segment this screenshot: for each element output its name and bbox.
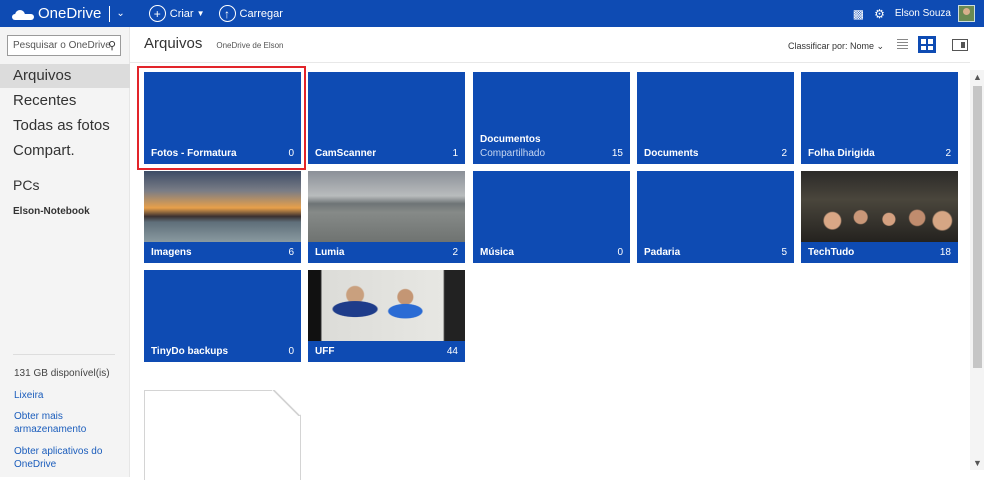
divider — [13, 354, 115, 355]
bay-photo-thumbnail — [308, 171, 465, 242]
avatar[interactable] — [958, 5, 975, 22]
folder-tile[interactable]: Imagens 6 — [144, 171, 301, 263]
breadcrumb[interactable]: OneDrive de Elson — [216, 41, 283, 50]
get-apps-link[interactable]: Obter aplicativos do OneDrive — [14, 445, 124, 471]
item-count: 0 — [288, 346, 294, 357]
folder-tile[interactable]: TinyDo backups 0 — [144, 270, 301, 362]
item-count: 2 — [781, 148, 787, 159]
folder-tile[interactable]: CamScanner 1 — [308, 72, 465, 164]
item-count: 44 — [446, 346, 458, 357]
upload-label: Carregar — [239, 7, 283, 20]
item-count: 5 — [781, 247, 787, 258]
gear-icon[interactable]: ⚙ — [874, 7, 885, 21]
search-input[interactable]: Pesquisar o OneDrive ⚲ — [7, 35, 121, 56]
item-count: 6 — [288, 247, 294, 258]
page-title: Arquivos — [144, 35, 203, 52]
divider — [109, 5, 111, 22]
shared-label: Compartilhado — [480, 148, 546, 159]
cloud-icon — [12, 8, 34, 20]
folder-name: Folha Dirigida — [808, 148, 875, 159]
folder-tile[interactable]: Folha Dirigida 2 — [801, 72, 958, 164]
item-count: 0 — [288, 148, 294, 159]
create-label: Criar — [169, 7, 194, 20]
item-count: 1 — [452, 148, 458, 159]
folder-tile[interactable]: Lumia 2 — [308, 171, 465, 263]
item-count: 2 — [452, 247, 458, 258]
folder-name: Fotos - Formatura — [151, 148, 237, 159]
group-photo-thumbnail — [801, 171, 958, 242]
sunset-photo-thumbnail — [144, 171, 301, 242]
sidebar: Pesquisar o OneDrive ⚲ Arquivos Recentes… — [0, 27, 130, 477]
pcs-heading: PCs — [13, 177, 40, 193]
folder-tile[interactable]: UFF 44 — [308, 270, 465, 362]
scrollbar-thumb[interactable] — [973, 86, 982, 368]
storage-available: 131 GB disponível(is) — [14, 368, 110, 379]
folder-tile[interactable]: Fotos - Formatura 0 — [144, 72, 301, 164]
pc-item[interactable]: Elson-Notebook — [13, 206, 90, 217]
folder-name: Música — [480, 247, 514, 258]
nav-item-compart[interactable]: Compart. — [0, 139, 130, 163]
folder-tile[interactable]: Música 0 — [473, 171, 630, 263]
folder-name: TinyDo backups — [151, 346, 229, 357]
scroll-up-icon[interactable]: ▲ — [973, 72, 982, 82]
user-name[interactable]: Elson Souza — [895, 8, 951, 19]
folder-tile[interactable]: Documentos Compartilhado 15 — [473, 72, 630, 164]
nav-item-arquivos[interactable]: Arquivos — [0, 64, 130, 88]
sort-dropdown[interactable]: Classificar por: Nome ⌄ — [788, 41, 884, 52]
top-bar: OneDrive ⌄ + Criar ▼ ↑ Carregar ▩ ⚙ Elso… — [0, 0, 984, 27]
folder-name: Documents — [644, 148, 699, 159]
onedrive-logo[interactable]: OneDrive ⌄ — [0, 0, 149, 27]
item-count: 0 — [617, 247, 623, 258]
divider — [130, 62, 970, 63]
nav-item-recentes[interactable]: Recentes — [0, 89, 130, 113]
item-count: 15 — [611, 148, 623, 159]
nav-item-todas-as-fotos[interactable]: Todas as fotos — [0, 114, 130, 138]
folder-name: Lumia — [315, 247, 345, 258]
folder-name: CamScanner — [315, 148, 377, 159]
item-count: 2 — [945, 148, 951, 159]
page-fold-icon — [272, 390, 301, 416]
upload-button[interactable]: ↑ Carregar — [218, 5, 283, 22]
details-pane-icon[interactable] — [952, 39, 968, 51]
folder-tile[interactable]: Documents 2 — [637, 72, 794, 164]
chat-icon[interactable]: ▩ — [853, 7, 864, 21]
item-count: 18 — [939, 247, 951, 258]
interview-photo-thumbnail — [308, 270, 465, 341]
scroll-down-icon[interactable]: ▼ — [973, 458, 982, 468]
list-view-icon[interactable] — [895, 37, 911, 53]
plus-circle-icon: + — [148, 5, 166, 22]
folder-name: TechTudo — [808, 247, 855, 258]
create-button[interactable]: + Criar ▼ — [148, 5, 205, 22]
folder-tile[interactable]: TechTudo 18 — [801, 171, 958, 263]
trash-link[interactable]: Lixeira — [14, 389, 124, 402]
tile-view-icon[interactable] — [918, 36, 936, 53]
upload-icon: ↑ — [218, 5, 236, 22]
chevron-down-icon: ⌄ — [876, 41, 885, 51]
sort-label: Classificar por: Nome — [788, 41, 875, 51]
folder-name: Imagens — [151, 247, 192, 258]
search-placeholder: Pesquisar o OneDrive — [13, 40, 111, 51]
chevron-down-icon[interactable]: ⌄ — [116, 8, 124, 19]
page-header: Arquivos OneDrive de Elson — [144, 35, 284, 52]
chevron-down-icon: ▼ — [196, 9, 205, 18]
brand-name: OneDrive — [38, 5, 102, 22]
folder-name: Documentos — [480, 134, 541, 145]
folder-tile[interactable]: Padaria 5 — [637, 171, 794, 263]
more-storage-link[interactable]: Obter mais armazenamento — [14, 410, 124, 436]
search-icon[interactable]: ⚲ — [108, 39, 116, 52]
folder-name: UFF — [315, 346, 335, 357]
folder-name: Padaria — [644, 247, 681, 258]
